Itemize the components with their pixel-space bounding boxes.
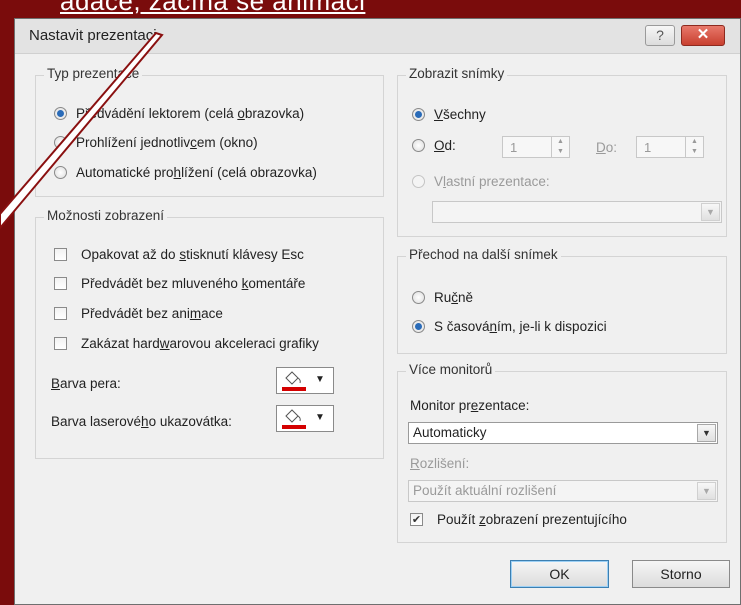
multiple-monitors-group: Více monitorů Monitor prezentace: Automa…	[397, 362, 727, 543]
checkbox-label: Opakovat až do stisknutí klávesy Esc	[81, 247, 304, 262]
disable-hw-acceleration-checkbox[interactable]: Zakázat hardwarovou akceleraci grafiky	[54, 336, 319, 351]
custom-show-option[interactable]: Vlastní prezentace:	[412, 174, 550, 189]
advance-slides-group: Přechod na další snímek Ručně S časování…	[397, 247, 727, 354]
presented-by-speaker-option[interactable]: Předvádění lektorem (celá obrazovka)	[54, 106, 304, 121]
show-slides-group: Zobrazit snímky Všechny Od: 1 ▲ ▼ Do: 1 ▲…	[397, 66, 727, 237]
radio-icon[interactable]	[412, 175, 425, 188]
option-label: Vlastní prezentace:	[434, 174, 550, 189]
setup-show-dialog: Nastavit prezentaci ? ✕ Typ prezentace P…	[14, 18, 741, 605]
chevron-down-icon[interactable]: ▼	[701, 203, 720, 221]
custom-show-dropdown[interactable]: ▼	[432, 201, 722, 223]
from-slide-value: 1	[510, 140, 518, 155]
chevron-down-icon[interactable]: ▼	[697, 482, 716, 500]
spinner-arrows-icon[interactable]: ▲ ▼	[551, 137, 569, 157]
dropdown-arrow-icon: ▼	[315, 412, 325, 423]
resolution-value: Použít aktuální rozlišení	[413, 483, 557, 498]
background-banner-text: adace, začíná se animaci	[60, 0, 366, 16]
checkbox-icon[interactable]	[54, 307, 67, 320]
radio-selected-icon[interactable]	[412, 108, 425, 121]
checkbox-icon[interactable]	[54, 277, 67, 290]
laser-color-button[interactable]: ▼	[276, 405, 334, 432]
browsed-by-individual-option[interactable]: Prohlížení jednotlivcem (okno)	[54, 135, 258, 150]
option-label: Prohlížení jednotlivcem (okno)	[76, 135, 258, 150]
checkbox-icon[interactable]	[54, 337, 67, 350]
paint-bucket-icon	[285, 409, 301, 423]
all-slides-option[interactable]: Všechny	[412, 107, 486, 122]
show-type-legend: Typ prezentace	[44, 66, 143, 81]
from-slides-option[interactable]: Od:	[412, 138, 456, 153]
option-label: Ručně	[434, 290, 474, 305]
pen-color-label: Barva pera:	[51, 376, 121, 391]
pen-color-button[interactable]: ▼	[276, 367, 334, 394]
resolution-dropdown[interactable]: Použít aktuální rozlišení ▼	[408, 480, 718, 502]
checkbox-label: Zakázat hardwarovou akceleraci grafiky	[81, 336, 319, 351]
to-slide-value: 1	[644, 140, 652, 155]
paint-bucket-icon	[285, 371, 301, 385]
laser-color-swatch	[282, 425, 306, 429]
ok-button[interactable]: OK	[510, 560, 609, 588]
laser-color-label: Barva laserového ukazovátka:	[51, 414, 232, 429]
show-slides-legend: Zobrazit snímky	[406, 66, 508, 81]
to-slide-spinner[interactable]: 1 ▲ ▼	[636, 136, 704, 158]
to-slide-label: Do:	[596, 140, 618, 155]
option-label: Automatické prohlížení (celá obrazovka)	[76, 165, 317, 180]
option-label: Všechny	[434, 107, 486, 122]
close-icon: ✕	[696, 26, 710, 43]
dialog-title: Nastavit prezentaci	[29, 27, 157, 44]
checkbox-checked-icon[interactable]: ✔	[410, 513, 423, 526]
monitor-label: Monitor prezentace:	[410, 398, 530, 413]
use-timings-option[interactable]: S časováním, je-li k dispozici	[412, 319, 607, 334]
monitor-value: Automaticky	[413, 425, 487, 440]
cancel-button[interactable]: Storno	[632, 560, 730, 588]
without-animation-checkbox[interactable]: Předvádět bez animace	[54, 306, 223, 321]
checkbox-label: Předvádět bez animace	[81, 306, 223, 321]
pen-color-swatch	[282, 387, 306, 391]
show-type-group: Typ prezentace Předvádění lektorem (celá…	[35, 66, 384, 197]
option-label: Od:	[434, 138, 456, 153]
without-narration-checkbox[interactable]: Předvádět bez mluveného komentáře	[54, 276, 305, 291]
radio-icon[interactable]	[54, 166, 67, 179]
resolution-label: Rozlišení:	[410, 456, 470, 471]
radio-icon[interactable]	[412, 291, 425, 304]
show-options-legend: Možnosti zobrazení	[44, 208, 168, 223]
dropdown-arrow-icon: ▼	[315, 374, 325, 385]
show-options-group: Možnosti zobrazení Opakovat až do stiskn…	[35, 208, 384, 459]
help-button[interactable]: ?	[645, 25, 675, 46]
manual-advance-option[interactable]: Ručně	[412, 290, 473, 305]
multiple-monitors-legend: Více monitorů	[406, 362, 496, 377]
chevron-down-icon[interactable]: ▼	[697, 424, 716, 442]
title-bar: Nastavit prezentaci ? ✕	[15, 19, 740, 54]
checkbox-label: Použít zobrazení prezentujícího	[437, 512, 627, 527]
help-icon: ?	[656, 27, 664, 43]
close-button[interactable]: ✕	[681, 25, 725, 46]
advance-slides-legend: Přechod na další snímek	[406, 247, 561, 262]
checkbox-label: Předvádět bez mluveného komentáře	[81, 276, 306, 291]
checkbox-icon[interactable]	[54, 248, 67, 261]
option-label: Předvádění lektorem (celá obrazovka)	[76, 106, 305, 121]
radio-selected-icon[interactable]	[54, 107, 67, 120]
radio-selected-icon[interactable]	[412, 320, 425, 333]
spinner-arrows-icon[interactable]: ▲ ▼	[685, 137, 703, 157]
presenter-view-checkbox[interactable]: ✔ Použít zobrazení prezentujícího	[410, 512, 627, 527]
radio-icon[interactable]	[54, 136, 67, 149]
from-slide-spinner[interactable]: 1 ▲ ▼	[502, 136, 570, 158]
monitor-dropdown[interactable]: Automaticky ▼	[408, 422, 718, 444]
loop-until-esc-checkbox[interactable]: Opakovat až do stisknutí klávesy Esc	[54, 247, 304, 262]
option-label: S časováním, je-li k dispozici	[434, 319, 607, 334]
browsed-at-kiosk-option[interactable]: Automatické prohlížení (celá obrazovka)	[54, 165, 317, 180]
radio-icon[interactable]	[412, 139, 425, 152]
